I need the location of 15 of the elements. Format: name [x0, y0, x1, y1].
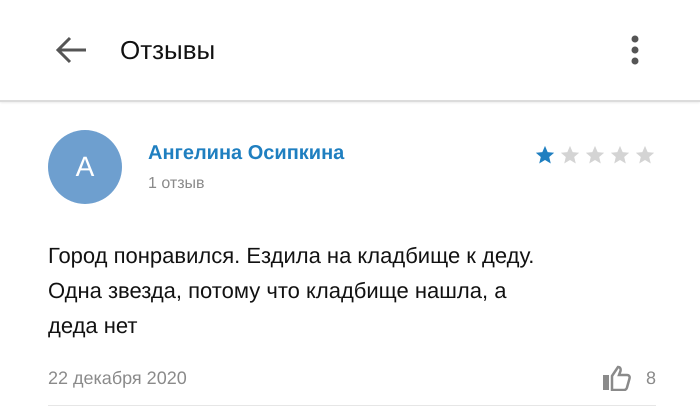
screen-title: Отзывы: [120, 34, 216, 66]
like-button[interactable]: 8: [602, 365, 656, 391]
star-icon: [584, 144, 606, 166]
author-name[interactable]: Ангелина Осипкина: [148, 142, 534, 165]
star-icon: [634, 144, 656, 166]
star-icon: [609, 144, 631, 166]
review-text: Город понравился. Ездила на кладбище к деду. Одна звезда, потому что кладбище нашла, а деда нет: [48, 242, 536, 340]
review-count: 1 отзыв: [148, 175, 206, 193]
more-icon: [630, 35, 640, 65]
star-icon: [559, 144, 581, 166]
avatar: А: [48, 130, 122, 204]
review-date: 22 декабря 2020: [48, 368, 188, 388]
back-arrow-icon: [54, 35, 88, 65]
star-icon: [534, 144, 556, 166]
thumbs-up-icon: [602, 365, 632, 391]
